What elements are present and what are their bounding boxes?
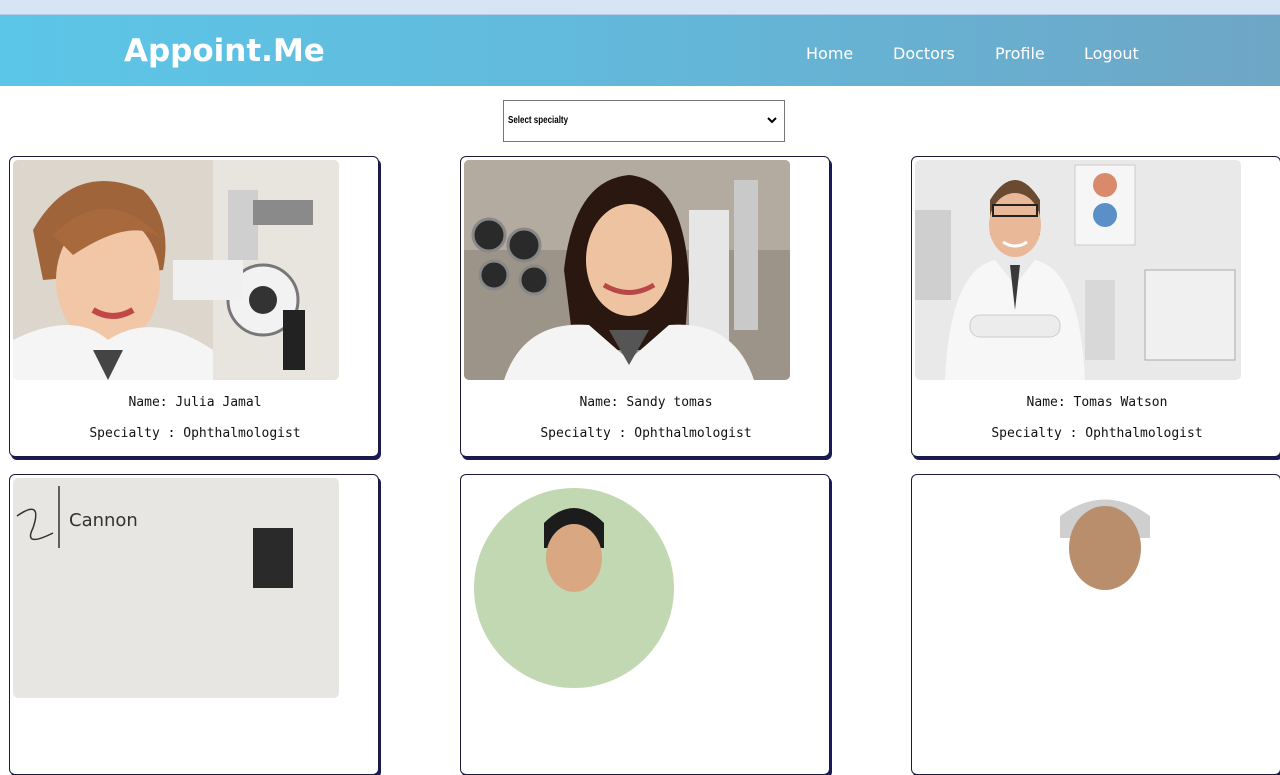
doctor-card[interactable]: Name: Sandy tomas Specialty : Ophthalmol…	[460, 156, 830, 457]
doctor-photo	[464, 478, 790, 698]
nav-doctors[interactable]: Doctors	[893, 44, 955, 64]
nav-home[interactable]: Home	[806, 44, 853, 64]
specialty-select[interactable]: Select specialty	[503, 100, 785, 142]
doctor-photo	[464, 160, 790, 380]
doctor-name: Name: Tomas Watson	[1026, 395, 1168, 410]
doctor-photo	[915, 478, 1241, 698]
photo-sign-text: Cannon	[69, 510, 138, 531]
doctor-name: Name: Julia Jamal	[128, 395, 262, 410]
doctor-card[interactable]: Name: Tomas Watson Specialty : Ophthalmo…	[911, 156, 1280, 457]
doctor-specialty: Specialty : Ophthalmologist	[89, 426, 301, 441]
doctor-specialty: Specialty : Ophthalmologist	[991, 426, 1203, 441]
chevron-down-icon	[767, 117, 777, 124]
doctor-photo	[915, 160, 1241, 380]
nav-logout[interactable]: Logout	[1084, 44, 1139, 64]
doctor-specialty: Specialty : Ophthalmologist	[540, 426, 752, 441]
brand-logo[interactable]: Appoint.Me	[124, 32, 325, 70]
doctor-name: Name: Sandy tomas	[579, 395, 713, 410]
browser-top-strip	[0, 0, 1280, 15]
specialty-select-value: Select specialty	[508, 115, 569, 126]
doctor-photo	[13, 160, 339, 380]
site-header: Appoint.Me Home Doctors Profile Logout	[0, 15, 1280, 86]
doctor-card[interactable]: Name: Julia Jamal Specialty : Ophthalmol…	[9, 156, 379, 457]
nav-profile[interactable]: Profile	[995, 44, 1045, 64]
doctor-card[interactable]	[911, 474, 1280, 775]
doctor-card[interactable]: Cannon	[9, 474, 379, 775]
doctor-card[interactable]	[460, 474, 830, 775]
doctor-photo: Cannon	[13, 478, 339, 698]
